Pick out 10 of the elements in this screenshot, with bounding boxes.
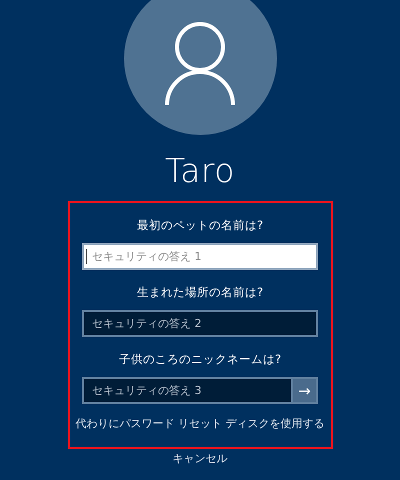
answer-field[interactable]: セキュリティの答え 3 <box>82 377 293 404</box>
user-name: Taro <box>165 151 235 191</box>
security-question: 最初のペットの名前は? <box>136 217 264 233</box>
submit-button[interactable]: → <box>293 377 318 404</box>
reset-disk-link[interactable]: 代わりにパスワード リセット ディスクを使用する <box>76 416 324 431</box>
answer-field[interactable]: セキュリティの答え 1 <box>82 243 318 270</box>
security-question: 生まれた場所の名前は? <box>136 284 264 300</box>
answer-field[interactable]: セキュリティの答え 2 <box>82 310 318 337</box>
cancel-link[interactable]: キャンセル <box>172 452 228 466</box>
security-question: 子供のころのニックネームは? <box>118 351 282 367</box>
